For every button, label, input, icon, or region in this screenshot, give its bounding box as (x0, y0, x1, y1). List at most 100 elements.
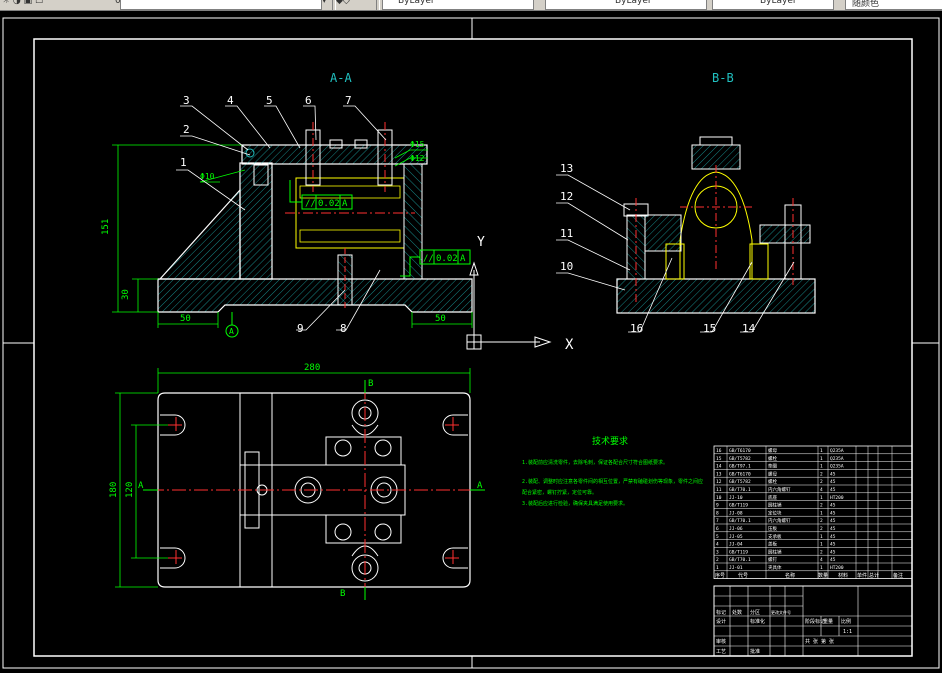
callout-13: 13 (560, 162, 573, 175)
bom-cell: 1 (716, 565, 719, 571)
bom-cell: 1 (820, 565, 823, 571)
section-mark-b-bottom: B (340, 589, 345, 599)
bom-cell: 螺栓 (768, 455, 777, 462)
bb-right-support (749, 243, 769, 280)
ucs-x-label: X (565, 337, 574, 353)
section-mark-a-left: A (138, 481, 144, 491)
bom-cell: 45 (830, 479, 836, 485)
bom-cell: 2 (820, 479, 823, 485)
drawing-canvas[interactable]: A-A 151 30 50 50 Φ10 Φ15 Φ12 // 0.02 A /… (0, 10, 942, 673)
svg-text:0.02: 0.02 (436, 254, 458, 264)
bom-cell: JJ-08 (729, 510, 743, 516)
svg-text://: // (305, 199, 316, 209)
bom-cell: GB/T70.1 (729, 518, 751, 524)
section-bb-view[interactable]: B-B 13 12 11 10 16 15 14 (556, 71, 816, 335)
bom-cell: 1 (820, 534, 823, 540)
bom-cell: 2 (820, 471, 823, 477)
tb-scale-value: 1:1 (843, 629, 852, 635)
bom-cell: GB/T70.1 (729, 487, 751, 493)
bom-cell: 圆柱销 (768, 548, 782, 555)
svg-text:A: A (460, 254, 466, 264)
tb-weight: 重量 (823, 618, 833, 625)
svg-text:0.02: 0.02 (318, 199, 340, 209)
layer-state-icons[interactable]: ☼ ◑ ▣ ☐ (2, 0, 43, 8)
bom-cell: 6 (716, 526, 719, 532)
tb-standard: 标准化 (750, 618, 765, 625)
bom-table[interactable]: 16 GB/T6170 螺母 1 Q235A15 GB/T5782 螺栓 1 Q235A14 GB… (713, 445, 913, 580)
right-support-block (403, 163, 423, 280)
bom-cell: GB/T97.1 (729, 464, 751, 470)
bom-header: 总计 (869, 572, 879, 579)
datum-circle-label: A (229, 327, 234, 336)
bom-cell: 螺钉 (768, 556, 777, 563)
bom-cell: Q235A (830, 448, 844, 454)
tech-line: 配合紧密，螺钉拧紧，定位可靠。 (522, 489, 597, 496)
plan-centerlines (150, 385, 480, 595)
bom-cell: 2 (820, 503, 823, 509)
bom-cell: 5 (716, 534, 719, 540)
tb-zone: 分区 (750, 609, 760, 616)
bom-cell: GB/T6170 (729, 448, 751, 454)
callout-14: 14 (742, 322, 756, 335)
svg-text://: // (423, 254, 434, 264)
callout-7: 7 (345, 94, 352, 107)
dim-right-50: 50 (435, 314, 446, 324)
section-aa-view[interactable]: A-A 151 30 50 50 Φ10 Φ15 Φ12 // 0.02 A /… (101, 71, 473, 338)
callout-6: 6 (305, 94, 312, 107)
bom-cell: 螺栓 (768, 478, 777, 485)
bom-header: 名称 (785, 572, 795, 579)
support-rib (158, 188, 241, 280)
dim-base-height: 30 (121, 289, 131, 300)
section-mark-a-right: A (477, 481, 483, 491)
tech-line: 2.装配、调整时应注意各零件间的相互位置，严禁有磕碰划伤等现象，零件之间应 (522, 478, 703, 485)
technical-requirements[interactable]: 技术要求 1.装配前应清洗零件，去除毛刺，保证各配合尺寸符合图纸要求。 2.装配… (522, 435, 703, 507)
layer-tools-icon[interactable]: ◆◇ (336, 0, 350, 8)
bom-cell: 垫圈 (768, 463, 777, 470)
support-column (239, 162, 273, 280)
bom-cell: GB/T5782 (729, 479, 751, 485)
bom-header: 备注 (893, 572, 903, 579)
bom-cell: 2 (820, 518, 823, 524)
dim-overall-height: 151 (101, 219, 111, 235)
tech-title: 技术要求 (592, 435, 628, 447)
bom-cell: 底座 (768, 494, 777, 501)
ucs-y-label: Y (477, 235, 485, 250)
bom-cell: HT200 (830, 565, 844, 571)
bom-cell: JJ-05 (729, 534, 743, 540)
bom-cell: 1 (820, 448, 823, 454)
bom-cell: 1 (820, 510, 823, 516)
bom-cell: 13 (716, 471, 722, 477)
bom-header: 序号 (715, 572, 725, 579)
bom-cell: 螺母 (768, 470, 777, 477)
tech-line: 3.装配后应进行检验，确保夹具满足使用要求。 (522, 500, 628, 507)
section-bb-label: B-B (712, 71, 734, 85)
callout-11: 11 (560, 227, 573, 240)
bom-cell: 14 (716, 464, 722, 470)
bom-cell: 2 (716, 557, 719, 563)
dim-width-120: 120 (125, 482, 135, 498)
callout-12: 12 (560, 190, 573, 203)
bb-clamp-nut (699, 136, 733, 146)
bom-cell: 内六角螺钉 (768, 517, 791, 524)
bom-cell: 45 (830, 510, 836, 516)
bom-header: 单件 (857, 572, 867, 579)
svg-text:A: A (342, 199, 348, 209)
bom-cell: 9 (716, 503, 719, 509)
bb-left-block (644, 214, 682, 252)
bom-cell: 45 (830, 518, 836, 524)
plan-mounting-slots (160, 414, 468, 569)
bom-cell: GB/T119 (729, 503, 748, 509)
plan-view[interactable]: A A B B 280 180 120 (109, 363, 485, 600)
layer-dropdown-arrow-icon[interactable]: ▾ (322, 0, 327, 8)
bom-cell: 10 (716, 495, 722, 501)
base-plate (157, 278, 473, 313)
bom-cell: 45 (830, 487, 836, 493)
bom-header: 代号 (738, 572, 748, 579)
layer-dropdown[interactable] (120, 0, 322, 10)
bom-cell: 12 (716, 479, 722, 485)
title-block[interactable]: 标记 处数 分区 更改文件号 设计 标准化 审核 工艺 批准 阶段标记 重量 比… (713, 585, 913, 657)
bom-cell: HT200 (830, 495, 844, 501)
bom-cell: 4 (820, 487, 823, 493)
callout-2: 2 (183, 123, 190, 136)
bom-header: 数量 (818, 572, 828, 579)
